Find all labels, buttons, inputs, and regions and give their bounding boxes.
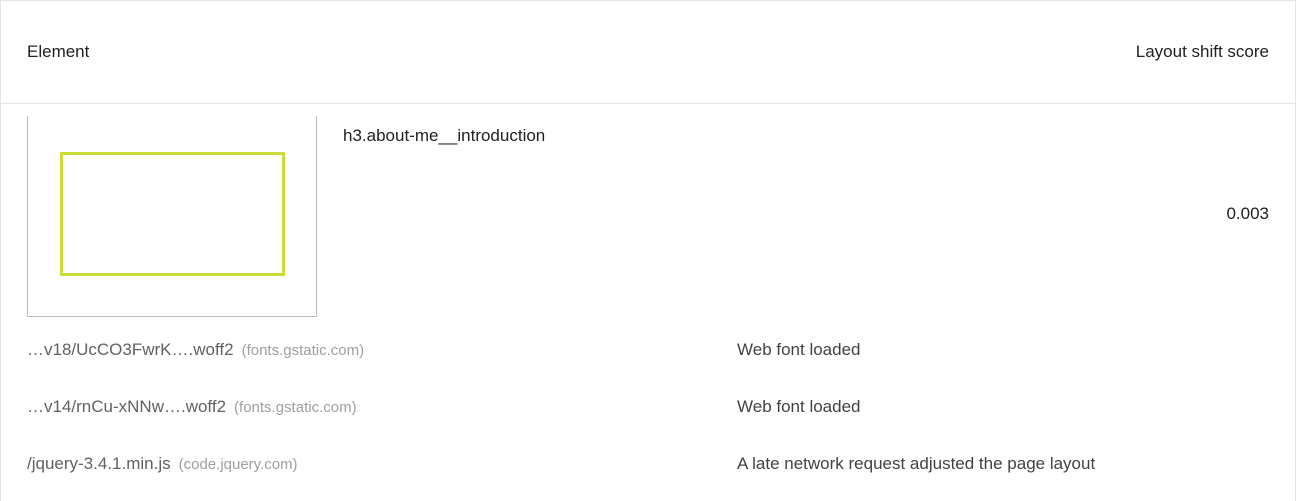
- subitem-url-link[interactable]: …v18/UcCO3FwrK….woff2: [27, 340, 234, 359]
- subitem-row: …v18/UcCO3FwrK….woff2 (fonts.gstatic.com)…: [27, 338, 1271, 362]
- subitem-url-cell: …v18/UcCO3FwrK….woff2 (fonts.gstatic.com): [27, 340, 737, 360]
- subitem-host: (fonts.gstatic.com): [234, 399, 357, 416]
- element-selector[interactable]: h3.about-me__introduction: [343, 126, 545, 146]
- layout-shift-table: Element Layout shift score h3.about-me__…: [0, 0, 1296, 501]
- table-body: h3.about-me__introduction 0.003 …v18/UcC…: [0, 104, 1296, 501]
- layout-shift-score-value: 0.003: [1226, 204, 1269, 223]
- subitem-reason: A late network request adjusted the page…: [737, 454, 1096, 473]
- element-highlight-box: [60, 152, 285, 276]
- subitem-reason: Web font loaded: [737, 397, 861, 416]
- element-screenshot-thumbnail[interactable]: [27, 116, 317, 317]
- subitem-url-link[interactable]: …v14/rnCu-xNNw….woff2: [27, 397, 226, 416]
- subitem-url-link[interactable]: /jquery-3.4.1.min.js: [27, 454, 171, 473]
- subitem-row: …v14/rnCu-xNNw….woff2 (fonts.gstatic.com)…: [27, 395, 1271, 419]
- table-header: Element Layout shift score: [0, 0, 1296, 104]
- subitem-url-cell: /jquery-3.4.1.min.js (code.jquery.com): [27, 454, 737, 474]
- header-layout-shift-score: Layout shift score: [1135, 42, 1269, 61]
- subitem-host: (code.jquery.com): [178, 456, 298, 473]
- subitem-host: (fonts.gstatic.com): [241, 342, 365, 359]
- header-element: Element: [27, 42, 90, 61]
- subitem-row: /jquery-3.4.1.min.js (code.jquery.com) A …: [27, 452, 1271, 476]
- subitem-url-cell: …v14/rnCu-xNNw….woff2 (fonts.gstatic.com): [27, 397, 737, 417]
- subitem-reason: Web font loaded: [737, 340, 861, 359]
